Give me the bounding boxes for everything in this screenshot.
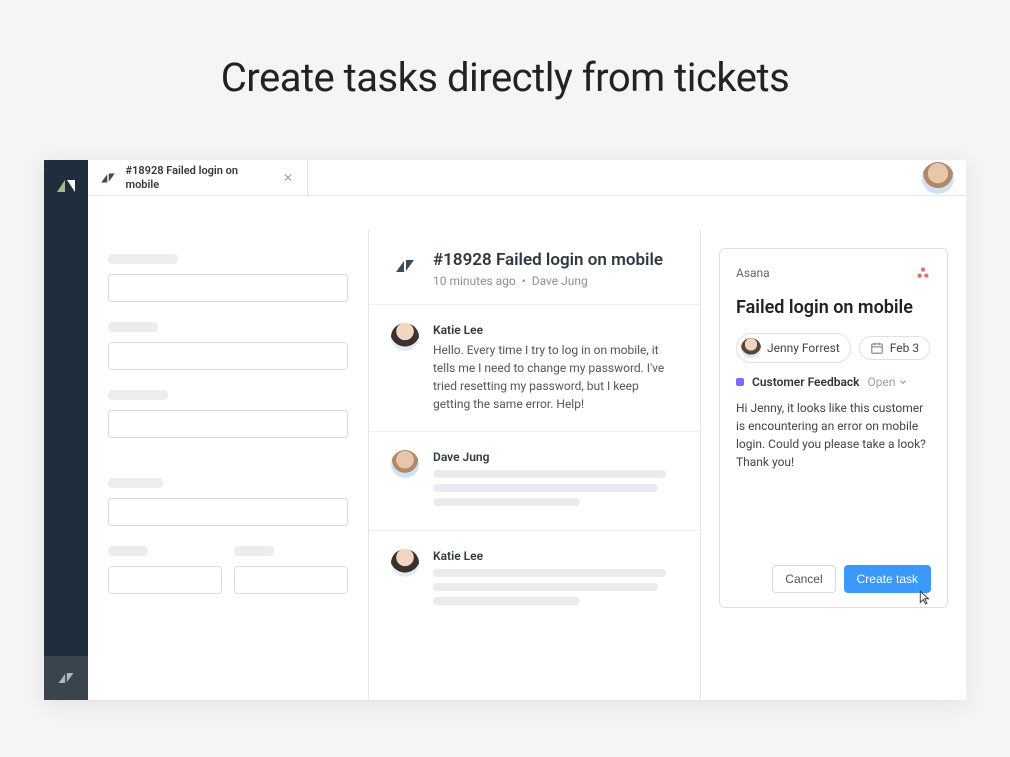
hero-title: Create tasks directly from tickets — [0, 0, 1010, 101]
message: Dave Jung — [369, 432, 700, 531]
message-author: Katie Lee — [433, 549, 678, 563]
tab-title: #18928 Failed login on mobile — [126, 164, 271, 190]
center-panel: #18928 Failed login on mobile 10 minutes… — [369, 230, 701, 700]
status-dropdown[interactable]: Open — [868, 375, 908, 389]
message-author: Dave Jung — [433, 450, 678, 464]
ticket-header: #18928 Failed login on mobile 10 minutes… — [369, 230, 700, 305]
assignee-chip[interactable]: Jenny Forrest — [736, 333, 851, 363]
avatar — [391, 549, 419, 577]
body-area: #18928 Failed login on mobile 10 minutes… — [88, 196, 966, 700]
assignee-name: Jenny Forrest — [767, 341, 840, 355]
message-text: Hello. Every time I try to log in on mob… — [433, 341, 678, 413]
avatar — [391, 450, 419, 478]
tag-color-dot — [736, 378, 744, 386]
ticket-time: 10 minutes ago — [433, 274, 516, 288]
skeleton-line — [433, 597, 580, 605]
skeleton-input — [108, 410, 348, 438]
content-row: #18928 Failed login on mobile 10 minutes… — [88, 230, 966, 700]
task-title: Failed login on mobile — [736, 297, 931, 319]
current-user-avatar[interactable] — [922, 162, 954, 194]
ticket-author: Dave Jung — [532, 274, 588, 288]
separator: • — [522, 274, 526, 288]
skeleton-input — [108, 274, 348, 302]
message: Katie Lee Hello. Every time I try to log… — [369, 305, 700, 432]
skeleton-label — [108, 546, 148, 556]
message: Katie Lee — [369, 531, 700, 629]
skeleton-label — [108, 390, 168, 400]
avatar — [741, 338, 761, 358]
date-value: Feb 3 — [890, 341, 919, 355]
topbar: #18928 Failed login on mobile ✕ — [88, 160, 966, 196]
skeleton-label — [108, 478, 163, 488]
skeleton-line — [433, 470, 666, 478]
date-chip[interactable]: Feb 3 — [859, 336, 930, 360]
asana-logo-icon — [915, 265, 931, 281]
avatar — [391, 323, 419, 351]
app-frame: #18928 Failed login on mobile ✕ — [44, 160, 966, 700]
tag-row: Customer Feedback Open — [736, 375, 931, 389]
topbar-spacer — [308, 160, 922, 195]
skeleton-line — [433, 484, 658, 492]
skeleton-line — [433, 583, 658, 591]
ticket-icon — [391, 252, 419, 280]
skeleton-label — [108, 254, 178, 264]
left-panel — [88, 230, 369, 700]
zendesk-logo-icon — [54, 174, 78, 198]
task-description: Hi Jenny, it looks like this customer is… — [736, 399, 931, 471]
tag-name: Customer Feedback — [752, 375, 860, 389]
zendesk-small-icon — [44, 656, 88, 700]
ticket-icon — [98, 168, 118, 188]
ticket-meta: 10 minutes ago • Dave Jung — [433, 274, 663, 288]
sidebar-rail — [44, 160, 88, 700]
task-meta-row: Jenny Forrest Feb 3 — [736, 333, 931, 363]
ticket-tab[interactable]: #18928 Failed login on mobile ✕ — [88, 160, 308, 195]
asana-card: Asana Failed login on mobile Jenny Forre… — [719, 248, 948, 608]
skeleton-input — [108, 566, 222, 594]
skeleton-line — [433, 498, 580, 506]
close-icon[interactable]: ✕ — [279, 171, 297, 185]
status-label: Open — [868, 375, 896, 389]
skeleton-input — [108, 498, 348, 526]
asana-header: Asana — [736, 265, 931, 281]
page-root: Create tasks directly from tickets #1892… — [0, 0, 1010, 757]
asana-app-name: Asana — [736, 266, 770, 280]
calendar-icon — [870, 341, 884, 355]
cancel-button[interactable]: Cancel — [772, 565, 835, 593]
skeleton-label — [108, 322, 158, 332]
asana-footer: Cancel Create task — [736, 565, 931, 593]
skeleton-input — [234, 566, 348, 594]
skeleton-label — [234, 546, 274, 556]
message-author: Katie Lee — [433, 323, 678, 337]
create-task-button[interactable]: Create task — [844, 565, 931, 593]
skeleton-input — [108, 342, 348, 370]
chevron-down-icon — [898, 377, 908, 387]
ticket-title: #18928 Failed login on mobile — [433, 250, 663, 270]
right-panel: Asana Failed login on mobile Jenny Forre… — [701, 230, 966, 700]
skeleton-line — [433, 569, 666, 577]
